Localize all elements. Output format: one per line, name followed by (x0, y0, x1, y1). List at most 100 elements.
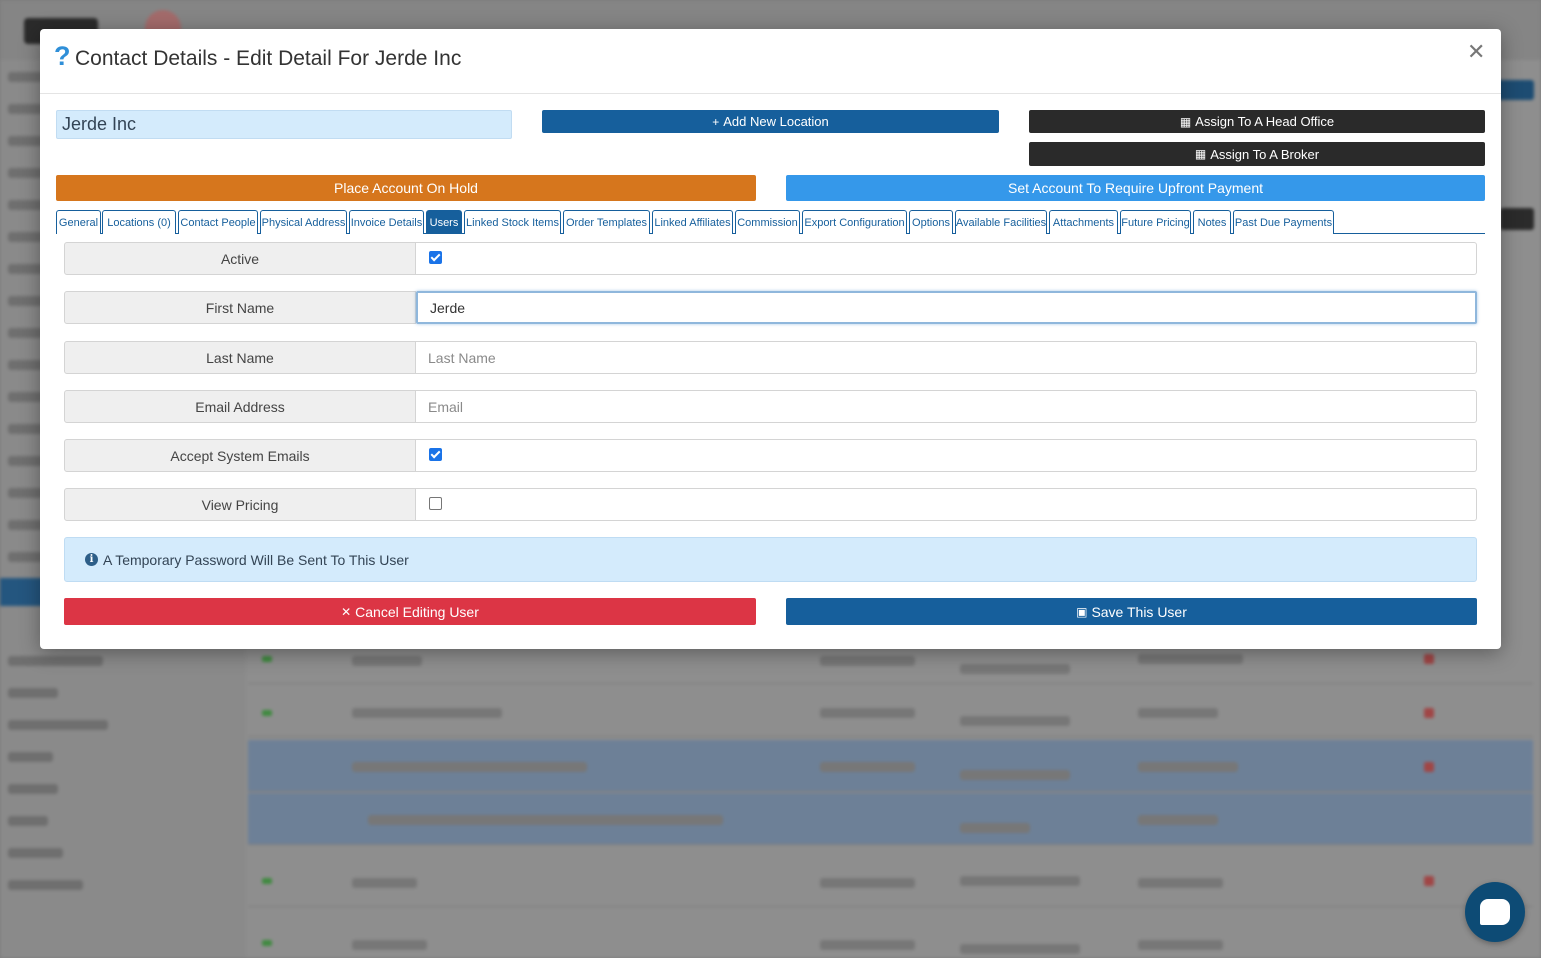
assign-head-office-button[interactable]: ▦ Assign To A Head Office (1029, 110, 1485, 133)
first-name-row: First Name (64, 291, 1477, 324)
background-cell (1138, 762, 1238, 772)
tab-users[interactable]: Users (426, 210, 462, 234)
add-new-location-button[interactable]: + Add New Location (542, 110, 999, 133)
background-sidebar-line (8, 688, 58, 698)
company-name-input[interactable] (56, 110, 512, 139)
background-cell (352, 940, 427, 950)
assign-broker-label: Assign To A Broker (1210, 146, 1320, 162)
background-cell (820, 708, 915, 718)
tab-commission[interactable]: Commission (735, 210, 800, 234)
tab-export-configuration[interactable]: Export Configuration (802, 210, 907, 234)
cancel-editing-user-button[interactable]: ✕ Cancel Editing User (64, 598, 756, 625)
last-name-input[interactable] (416, 342, 1476, 373)
help-icon[interactable]: ? (54, 43, 71, 70)
temporary-password-notice: i A Temporary Password Will Be Sent To T… (64, 537, 1477, 582)
assign-broker-button[interactable]: ▦ Assign To A Broker (1029, 142, 1485, 166)
background-cell (960, 716, 1070, 726)
tab-order-templates[interactable]: Order Templates (563, 210, 650, 234)
place-account-on-hold-label: Place Account On Hold (334, 180, 478, 196)
background-check (262, 878, 272, 884)
contact-details-modal: ? Contact Details - Edit Detail For Jerd… (40, 29, 1501, 649)
view-pricing-checkbox[interactable] (429, 497, 442, 510)
background-button (1500, 208, 1534, 230)
tab-general[interactable]: General (56, 210, 101, 234)
view-pricing-row: View Pricing (64, 488, 1477, 521)
email-input[interactable] (416, 391, 1476, 422)
background-cell (1138, 654, 1243, 664)
last-name-field (416, 341, 1477, 374)
active-row: Active (64, 242, 1477, 275)
background-cell (820, 878, 915, 888)
background-status-mark (1424, 762, 1434, 772)
active-label: Active (64, 242, 416, 275)
background-status-mark (1424, 654, 1434, 664)
background-row (248, 915, 1533, 958)
temporary-password-message: A Temporary Password Will Be Sent To Thi… (103, 551, 409, 568)
close-icon[interactable]: ✕ (1467, 41, 1485, 63)
tab-options[interactable]: Options (909, 210, 953, 234)
last-name-label: Last Name (64, 341, 416, 374)
tab-available-facilities[interactable]: Available Facilities (955, 210, 1047, 234)
background-check (262, 656, 272, 662)
background-cell (1138, 878, 1223, 888)
accept-emails-checkbox[interactable] (429, 448, 442, 461)
tab-invoice-details[interactable]: Invoice Details (349, 210, 424, 234)
tab-locations[interactable]: Locations (0) (102, 210, 176, 234)
place-account-on-hold-button[interactable]: Place Account On Hold (56, 175, 756, 201)
save-icon: ▣ (1076, 604, 1088, 619)
background-cell (960, 664, 1070, 674)
background-cell (960, 770, 1070, 780)
background-cell (352, 762, 587, 772)
cancel-editing-user-label: Cancel Editing User (355, 603, 479, 620)
assign-head-office-label: Assign To A Head Office (1195, 114, 1335, 129)
background-sidebar-line (8, 816, 48, 826)
save-user-button[interactable]: ▣ Save This User (786, 598, 1477, 625)
tab-linked-affiliates[interactable]: Linked Affiliates (652, 210, 733, 234)
chat-widget-button[interactable] (1465, 882, 1525, 942)
background-cell (960, 823, 1030, 833)
require-upfront-payment-label: Set Account To Require Upfront Payment (1008, 180, 1263, 196)
tab-future-pricing[interactable]: Future Pricing (1120, 210, 1191, 234)
background-cell (820, 762, 915, 772)
tab-attachments[interactable]: Attachments (1049, 210, 1118, 234)
email-field (416, 390, 1477, 423)
background-sidebar-line (8, 848, 63, 858)
email-row: Email Address (64, 390, 1477, 423)
active-checkbox[interactable] (429, 251, 442, 264)
tab-physical-address[interactable]: Physical Address (260, 210, 347, 234)
modal-title: Contact Details - Edit Detail For Jerde … (75, 47, 462, 70)
background-cell (1138, 708, 1218, 718)
background-cell (352, 708, 502, 718)
accept-emails-label: Accept System Emails (64, 439, 416, 472)
tab-past-due-payments[interactable]: Past Due Payments (1233, 210, 1334, 234)
background-status-mark (1424, 876, 1434, 886)
background-sidebar-line (8, 784, 58, 794)
save-user-label: Save This User (1091, 603, 1187, 620)
require-upfront-payment-button[interactable]: Set Account To Require Upfront Payment (786, 175, 1485, 201)
view-pricing-field (416, 488, 1477, 521)
background-cell (820, 940, 915, 950)
first-name-field (416, 291, 1477, 324)
tab-linked-stock-items[interactable]: Linked Stock Items (464, 210, 561, 234)
email-label: Email Address (64, 390, 416, 423)
background-cell (1138, 815, 1218, 825)
background-sidebar-line (8, 880, 83, 890)
modal-header: ? Contact Details - Edit Detail For Jerd… (40, 29, 1501, 94)
detail-tabs: General Locations (0) Contact People Phy… (56, 210, 1485, 234)
tab-notes[interactable]: Notes (1193, 210, 1231, 234)
first-name-input[interactable] (418, 293, 1475, 322)
add-new-location-label: Add New Location (723, 114, 829, 129)
background-cell (960, 944, 1080, 954)
info-icon: i (85, 553, 98, 566)
background-cell (1138, 940, 1223, 950)
background-status-mark (1424, 708, 1434, 718)
close-icon: ✕ (341, 604, 352, 619)
building-icon: ▦ (1194, 147, 1207, 161)
chat-icon (1480, 899, 1510, 925)
background-check (262, 710, 272, 716)
background-sidebar-line (8, 720, 108, 730)
background-cell (960, 876, 1080, 886)
tab-contact-people[interactable]: Contact People (178, 210, 258, 234)
view-pricing-label: View Pricing (64, 488, 416, 521)
first-name-label: First Name (64, 291, 416, 324)
